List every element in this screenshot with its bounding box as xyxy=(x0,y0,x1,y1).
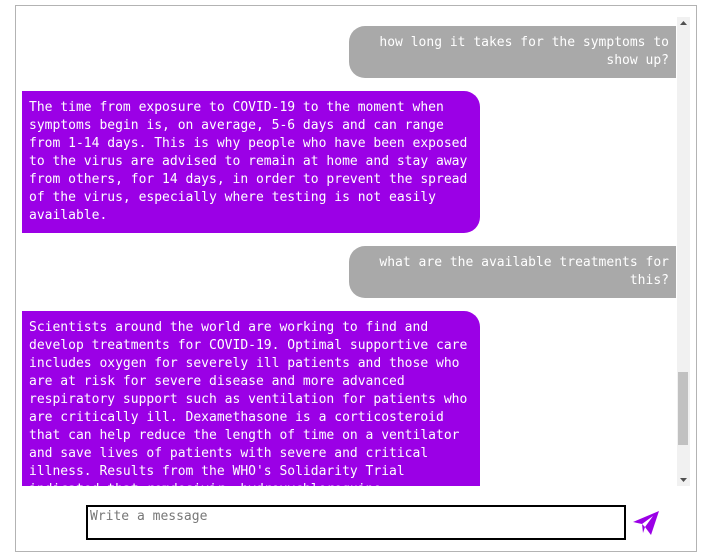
message-input[interactable] xyxy=(88,507,624,538)
user-message: how long it takes for the symptoms to sh… xyxy=(349,26,676,78)
chevron-down-icon[interactable] xyxy=(677,473,690,486)
bot-message-text: Scientists around the world are working … xyxy=(29,320,468,486)
chat-scrollbar[interactable] xyxy=(677,17,690,486)
bot-message: The time from exposure to COVID-19 to th… xyxy=(22,91,480,233)
chevron-up-icon[interactable] xyxy=(677,17,690,30)
user-message: what are the available treatments for th… xyxy=(349,246,676,298)
user-message-text: what are the available treatments for th… xyxy=(379,255,669,288)
send-button[interactable] xyxy=(632,509,660,537)
bot-message-text: The time from exposure to COVID-19 to th… xyxy=(29,100,468,223)
message-input-box[interactable] xyxy=(86,505,626,540)
scrollbar-thumb[interactable] xyxy=(678,372,688,445)
bot-message: Scientists around the world are working … xyxy=(22,311,480,486)
send-paper-plane-icon xyxy=(633,511,659,535)
user-message-text: how long it takes for the symptoms to sh… xyxy=(379,35,669,68)
message-list[interactable]: how long it takes for the symptoms to sh… xyxy=(22,15,676,486)
